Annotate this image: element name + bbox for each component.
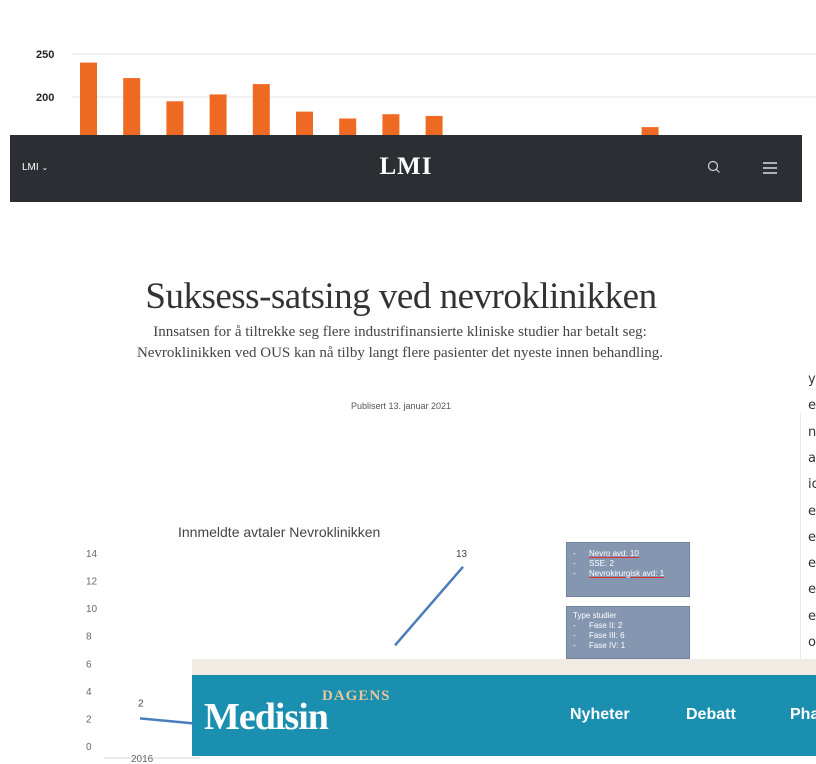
data-label: 2 (138, 698, 144, 709)
bar (425, 115, 443, 135)
article-text-line: et (808, 608, 816, 624)
info-item-fase-iv: Fase IV: 1 (573, 641, 683, 651)
y-tick-label: 12 (86, 577, 98, 588)
y-tick-label: 0 (86, 742, 92, 753)
x-tick-label: 2016 (131, 754, 154, 764)
bar-y-tick-label: 250 (36, 49, 54, 61)
bar-chart-svg: 250 200 (36, 49, 816, 135)
background-bar-chart: 250 200 (0, 0, 816, 140)
bar (80, 62, 97, 135)
series-line-segment (139, 717, 201, 726)
article-text-line: id (808, 477, 816, 493)
y-tick-label: 2 (86, 714, 92, 725)
series-line-segment (394, 565, 464, 647)
article-text-line: er (808, 503, 816, 519)
info-item-fase-ii: Fase II: 2 (573, 621, 683, 631)
bar (252, 84, 270, 135)
lmi-logo[interactable]: LMI (10, 153, 802, 181)
data-label: 13 (456, 549, 468, 560)
info-item-nevro: Nevro avd: 10 (573, 549, 683, 559)
chart-title: Innmeldte avtaler Nevroklinikken (178, 524, 380, 540)
dagens-medisin-logo[interactable]: Medisin (204, 695, 329, 739)
bar (641, 127, 659, 135)
article-text-line: er (808, 529, 816, 545)
nav-debatt[interactable]: Debatt (686, 706, 736, 724)
nav-pharma[interactable]: Pha (790, 706, 816, 724)
bar (209, 94, 227, 135)
article-lede: Innsatsen for å tiltrekke seg flere indu… (136, 324, 664, 361)
study-type-info-box: Type studier Fase II: 2 Fase III: 6 Fase… (566, 606, 690, 659)
y-tick-label: 14 (86, 549, 98, 560)
nav-nyheter[interactable]: Nyheter (570, 706, 630, 724)
y-tick-label: 10 (86, 604, 98, 615)
article-text-line: ag (808, 450, 816, 466)
dagens-medisin-top-strip (192, 659, 816, 675)
lmi-header: LMI ⌄ LMI (10, 135, 802, 202)
y-tick-label: 8 (86, 632, 92, 643)
article-title: Suksess-satsing ved nevroklinikken (145, 276, 657, 317)
search-icon[interactable] (704, 157, 726, 179)
publish-date: Publisert 13. januar 2021 (350, 401, 452, 411)
hamburger-menu-icon[interactable] (760, 158, 780, 178)
info-item-fase-iii: Fase III: 6 (573, 631, 683, 641)
bar (339, 118, 357, 135)
article-text-line: er (808, 398, 816, 414)
article-text-line: er (808, 582, 816, 598)
department-info-box: Nevro avd: 10 SSE: 2 Nevrokirurgisk avd:… (566, 542, 690, 597)
article-text-line: ye (808, 372, 816, 387)
article-text-line: on (808, 635, 816, 650)
bar-y-tick-label: 200 (36, 92, 54, 104)
bar (382, 114, 400, 135)
info-box-heading: Type studier (573, 611, 617, 620)
dagens-medisin-header: DAGENS Medisin Nyheter Debatt Pha (192, 675, 816, 756)
article-text-line: ns (808, 424, 816, 440)
article-text-line: el (808, 556, 816, 572)
info-item-nevrokirurgisk: Nevrokirurgisk avd: 1 (573, 569, 683, 579)
y-tick-label: 6 (86, 659, 92, 670)
bar (166, 101, 184, 135)
info-item-sse: SSE: 2 (573, 559, 683, 569)
bar (296, 111, 313, 135)
lmi-article-card: LMI ⌄ LMI Suksess-satsing ved nevroklini… (0, 135, 802, 413)
dagens-medisin-logo-small: DAGENS (322, 688, 391, 704)
bar (123, 78, 141, 135)
y-tick-label: 4 (86, 687, 92, 698)
